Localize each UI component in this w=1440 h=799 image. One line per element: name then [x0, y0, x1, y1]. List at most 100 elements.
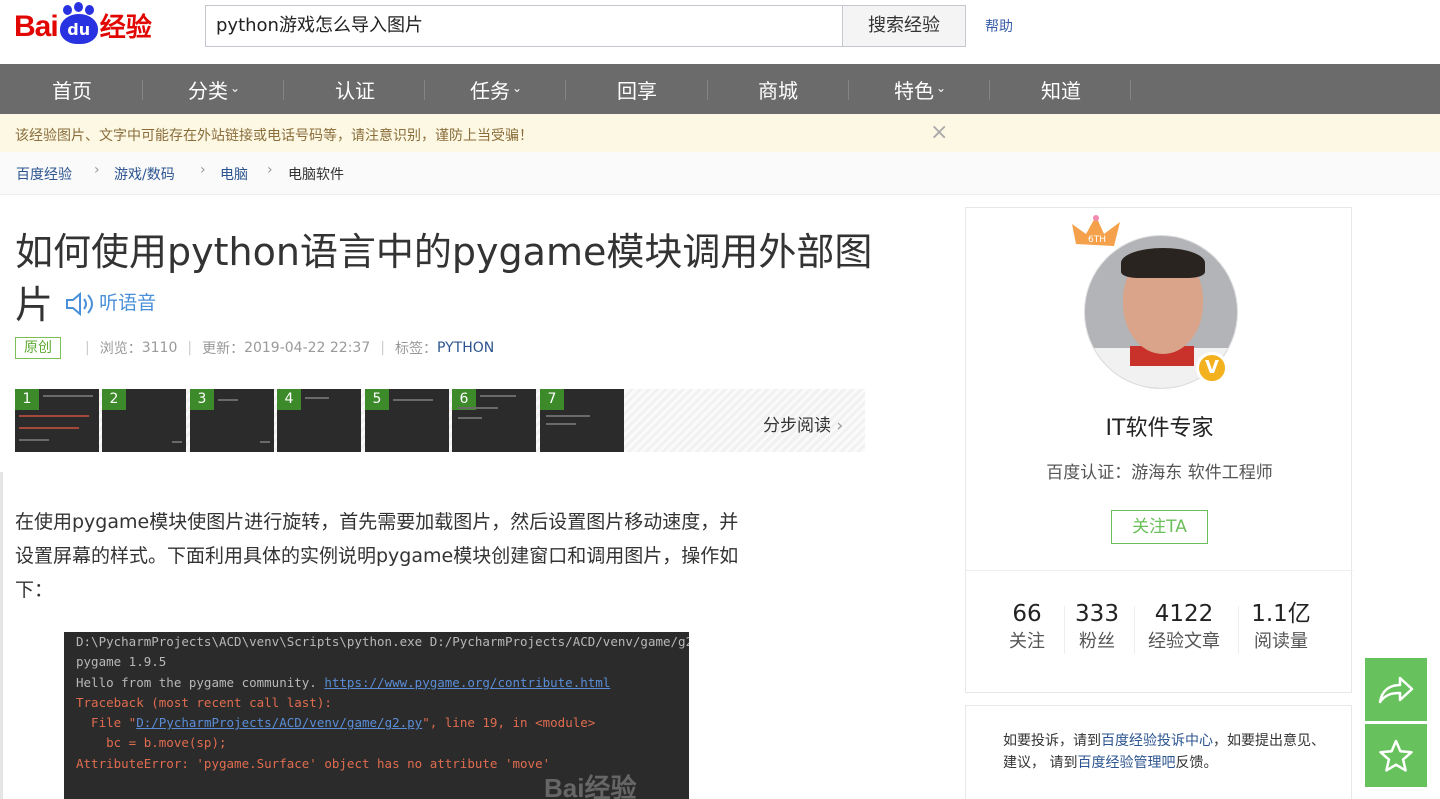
author-card: 6TH V IT软件专家 百度认证：游海东 软件工程师 关注TA 66 关注 3… [965, 207, 1353, 693]
step-number: 1 [15, 389, 39, 410]
search-button[interactable]: 搜索经验 [842, 5, 966, 47]
nav-item-certification[interactable]: 认证 [284, 64, 426, 114]
complaint-center-link[interactable]: 百度经验投诉中心 [1101, 733, 1213, 749]
breadcrumb-item[interactable]: 百度经验 [16, 164, 72, 184]
chevron-right-icon: › [267, 162, 273, 178]
svg-text:6TH: 6TH [1088, 235, 1106, 245]
console-line: AttributeError: 'pygame.Surface' object … [76, 755, 551, 771]
step-number: 7 [540, 389, 564, 410]
admin-forum-link[interactable]: 百度经验管理吧 [1077, 755, 1175, 771]
step-thumbnail[interactable]: 1 [15, 389, 99, 452]
article-intro: 在使用pygame模块使图片进行旋转，首先需要加载图片，然后设置图片移动速度，并… [15, 511, 739, 601]
nav-item-label: 任务 [469, 79, 510, 103]
nav-item-tasks[interactable]: 任务 ⌄ [425, 64, 567, 114]
console-text: ", line 19, in <module> [422, 715, 596, 731]
stat-fans[interactable]: 333 粉丝 [1066, 600, 1128, 656]
step-thumbnail[interactable]: 2 [102, 389, 186, 452]
nav-separator [1130, 80, 1131, 100]
console-link: D:/PycharmProjects/ACD/venv/game/g2.py [136, 715, 423, 731]
nav-item-label: 认证 [335, 79, 375, 103]
favorite-button[interactable] [1365, 724, 1427, 787]
stat-number: 333 [1075, 601, 1119, 627]
console-line: bc = b.move(sp); [76, 735, 227, 751]
chevron-down-icon: ⌄ [935, 81, 947, 95]
console-line: D:\PycharmProjects\ACD\venv\Scripts\pyth… [76, 634, 689, 649]
meta-separator: | [85, 340, 90, 356]
article-title: 如何使用python语言中的pygame模块调用外部图片 听语音 [15, 226, 875, 334]
nav-item-label: 回享 [617, 79, 657, 103]
stat-label: 阅读量 [1254, 631, 1308, 652]
step-number: 4 [277, 389, 301, 410]
author-name[interactable]: IT软件专家 [966, 410, 1353, 442]
stat-number: 4122 [1154, 601, 1214, 627]
meta-separator: | [380, 340, 385, 356]
breadcrumb-item[interactable]: 游戏/数码 [114, 164, 175, 184]
baidu-jingyan-logo[interactable]: Bai du 经验 [14, 4, 152, 44]
nav-item-label: 分类 [187, 79, 228, 103]
top-header: Bai du 经验 python游戏怎么导入图片 搜索经验 帮助 [0, 0, 1440, 64]
console-text: Hello from the pygame community. [76, 674, 325, 690]
chevron-down-icon: ⌄ [511, 81, 523, 95]
nav-item-label: 商城 [758, 79, 798, 103]
nav-item-category[interactable]: 分类 ⌄ [143, 64, 285, 114]
stat-label: 经验文章 [1148, 631, 1220, 652]
step-thumbnail[interactable]: 7 [540, 389, 624, 452]
stat-label: 粉丝 [1079, 631, 1115, 652]
verified-badge: V [1196, 352, 1228, 384]
breadcrumb-item[interactable]: 电脑 [220, 164, 248, 184]
warning-notice: 该经验图片、文字中可能存在外站链接或电话号码等，请注意识别，谨防上当受骗！ × [0, 114, 1440, 152]
updated-label: 更新： [202, 341, 245, 357]
close-icon[interactable]: × [930, 120, 948, 145]
nav-item-label: 首页 [52, 79, 92, 103]
stat-articles[interactable]: 4122 经验文章 [1138, 600, 1230, 656]
nav-item-share[interactable]: 回享 [566, 64, 708, 114]
console-line: File "D:/PycharmProjects/ACD/venv/game/g… [76, 713, 689, 733]
views-count: 3110 [141, 340, 178, 356]
breadcrumb: 百度经验 › 游戏/数码 › 电脑 › 电脑软件 [0, 152, 1440, 195]
tag-link[interactable]: PYTHON [437, 340, 494, 356]
stat-number: 1.1亿 [1251, 601, 1311, 627]
help-link[interactable]: 帮助 [985, 16, 1013, 36]
nav-item-home[interactable]: 首页 [1, 64, 143, 114]
step-thumbnail[interactable]: 5 [365, 389, 449, 452]
console-text: File " [76, 715, 137, 731]
notice-text: 该经验图片、文字中可能存在外站链接或电话号码等，请注意识别，谨防上当受骗！ [15, 128, 533, 144]
step-read-label: 分步阅读 [763, 416, 831, 436]
chevron-down-icon: ⌄ [229, 81, 241, 95]
step-read-link[interactable]: 分步阅读 › [763, 411, 843, 436]
content-left-border [0, 472, 3, 799]
listen-button[interactable]: 听语音 [65, 291, 157, 316]
nav-item-mall[interactable]: 商城 [707, 64, 849, 114]
report-text-part: 如要投诉，请到 [1003, 733, 1101, 749]
original-badge: 原创 [15, 337, 61, 359]
search-input[interactable]: python游戏怎么导入图片 [205, 5, 843, 47]
step-thumbnail[interactable]: 3 [190, 389, 274, 452]
step-screenshot: D:\PycharmProjects\ACD\venv\Scripts\pyth… [64, 632, 689, 799]
console-link: https://www.pygame.org/contribute.html [324, 674, 611, 690]
step-thumbnails: 1 2 3 4 5 6 7 分步阅读 › [15, 389, 865, 452]
stat-reads[interactable]: 1.1亿 阅读量 [1244, 600, 1318, 656]
speaker-icon [66, 291, 94, 316]
tags-label: 标签： [394, 341, 437, 357]
stat-following[interactable]: 66 关注 [996, 600, 1058, 656]
breadcrumb-current: 电脑软件 [288, 167, 344, 183]
main-nav: 首页 分类 ⌄ 认证 任务 ⌄ 回享 商城 特色 ⌄ 知道 [0, 64, 1440, 114]
nav-item-zhidao[interactable]: 知道 [990, 64, 1132, 114]
follow-button[interactable]: 关注TA [1111, 510, 1208, 544]
chevron-right-icon: › [836, 416, 844, 436]
step-thumbnail[interactable]: 4 [277, 389, 361, 452]
step-number: 5 [365, 389, 389, 410]
step-thumbnail[interactable]: 6 [452, 389, 536, 452]
console-line: Hello from the pygame community. https:/… [76, 673, 689, 693]
chevron-right-icon: › [94, 162, 100, 178]
step-number: 3 [190, 389, 214, 410]
console-line: pygame 1.9.5 [76, 654, 167, 670]
logo-jingyan-text: 经验 [99, 13, 152, 43]
report-text: 如要投诉，请到百度经验投诉中心，如要提出意见、建议， 请到百度经验管理吧反馈。 [1003, 730, 1333, 774]
stat-separator [1134, 606, 1135, 654]
share-button[interactable] [1365, 658, 1427, 721]
nav-item-featured[interactable]: 特色 ⌄ [849, 64, 991, 114]
listen-label: 听语音 [99, 292, 157, 314]
stat-number: 66 [1012, 601, 1042, 627]
step-number: 2 [102, 389, 126, 410]
